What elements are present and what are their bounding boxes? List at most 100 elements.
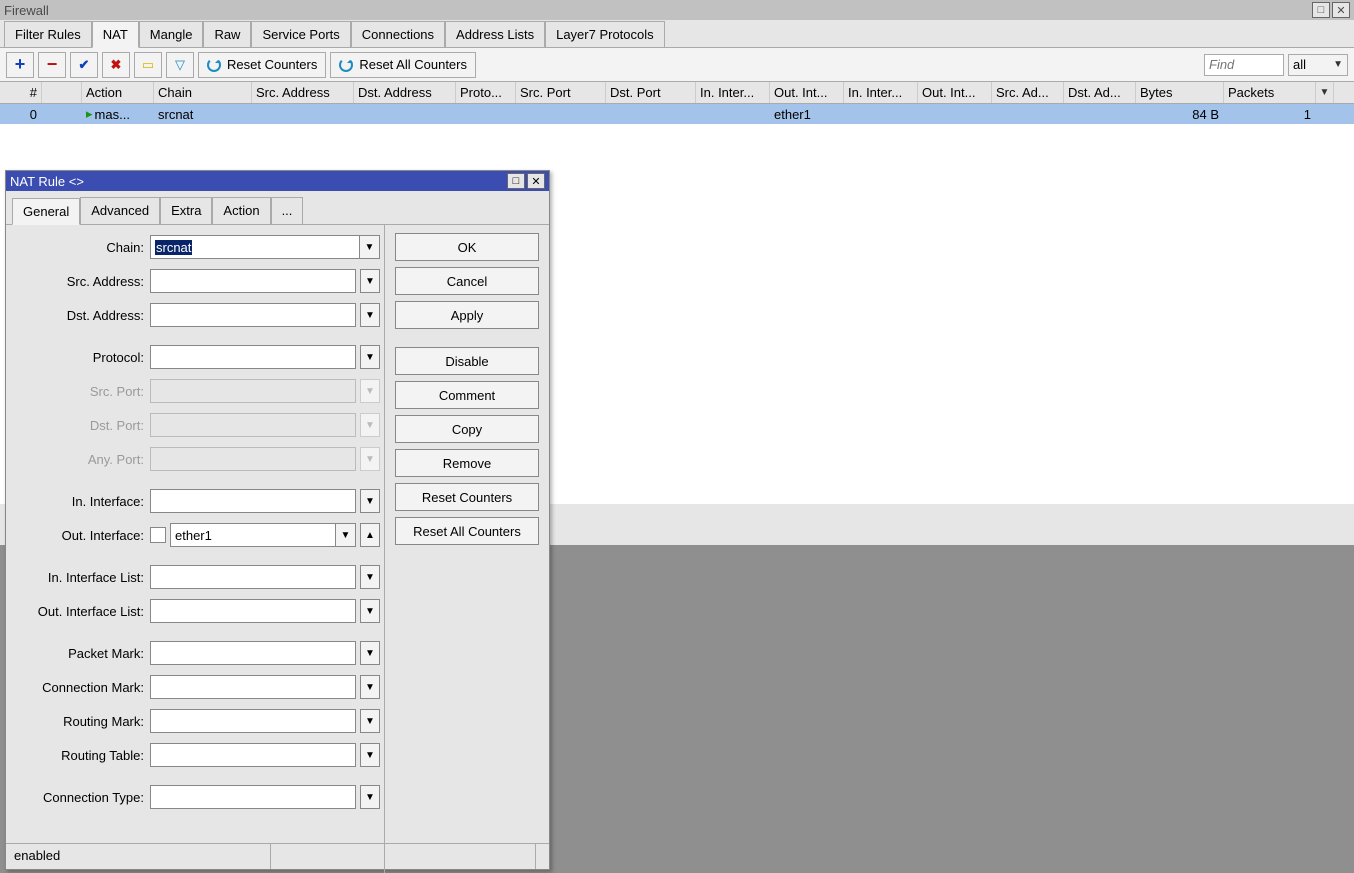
chain-combo[interactable]: srcnat [150, 235, 360, 259]
dst-address-expand[interactable]: ▼ [360, 303, 380, 327]
tab-nat[interactable]: NAT [92, 21, 139, 48]
tab-raw[interactable]: Raw [203, 21, 251, 47]
protocol-expand[interactable]: ▼ [360, 345, 380, 369]
src-address-field[interactable] [150, 269, 356, 293]
tab-address-lists[interactable]: Address Lists [445, 21, 545, 47]
in-interface-list-field[interactable] [150, 565, 356, 589]
tab-mangle[interactable]: Mangle [139, 21, 204, 47]
dialog-tab-extra[interactable]: Extra [160, 197, 212, 224]
dialog-tab-advanced[interactable]: Advanced [80, 197, 160, 224]
tab-layer7[interactable]: Layer7 Protocols [545, 21, 665, 47]
disable-button[interactable]: Disable [395, 347, 539, 375]
col-chain[interactable]: Chain [154, 82, 252, 103]
apply-button[interactable]: Apply [395, 301, 539, 329]
src-address-expand[interactable]: ▼ [360, 269, 380, 293]
dialog-body: Chain: srcnat ▼ Src. Address: ▼ Dst. Add… [6, 225, 549, 873]
in-interface-list-expand[interactable]: ▼ [360, 565, 380, 589]
out-interface-dropdown[interactable]: ▼ [336, 523, 356, 547]
reset-counters-button[interactable]: Reset Counters [198, 52, 326, 78]
form-area: Chain: srcnat ▼ Src. Address: ▼ Dst. Add… [6, 225, 385, 873]
tab-filter-rules[interactable]: Filter Rules [4, 21, 92, 47]
filter-button[interactable]: ▽ [166, 52, 194, 78]
col-out-int[interactable]: Out. Int... [770, 82, 844, 103]
col-in-inter[interactable]: In. Inter... [696, 82, 770, 103]
dst-address-field[interactable] [150, 303, 356, 327]
reset-all-counters-dialog-button[interactable]: Reset All Counters [395, 517, 539, 545]
label-src-port: Src. Port: [10, 384, 150, 399]
cell-proto [456, 104, 516, 124]
add-button[interactable]: + [6, 52, 34, 78]
col-menu[interactable]: ▼ [1316, 82, 1334, 103]
filter-select[interactable]: all▼ [1288, 54, 1348, 76]
reset-counters-dialog-button[interactable]: Reset Counters [395, 483, 539, 511]
label-in-interface-list: In. Interface List: [10, 570, 150, 585]
row-connection-mark: Connection Mark: ▼ [10, 675, 380, 699]
comment-dialog-button[interactable]: Comment [395, 381, 539, 409]
window-title: Firewall [4, 3, 1310, 18]
col-dst-port[interactable]: Dst. Port [606, 82, 696, 103]
dialog-tab-general[interactable]: General [12, 198, 80, 225]
table-row[interactable]: 0 ▸mas... srcnat ether1 84 B 1 [0, 104, 1354, 124]
connection-type-field[interactable] [150, 785, 356, 809]
reset-all-counters-button[interactable]: Reset All Counters [330, 52, 476, 78]
col-flag[interactable] [42, 82, 82, 103]
status-empty [271, 844, 536, 869]
tab-connections[interactable]: Connections [351, 21, 445, 47]
col-src-address[interactable]: Src. Address [252, 82, 354, 103]
col-packets[interactable]: Packets [1224, 82, 1316, 103]
tab-service-ports[interactable]: Service Ports [251, 21, 350, 47]
status-enabled: enabled [6, 844, 271, 869]
col-in-inter2[interactable]: In. Inter... [844, 82, 918, 103]
connection-mark-expand[interactable]: ▼ [360, 675, 380, 699]
in-interface-expand[interactable]: ▼ [360, 489, 380, 513]
col-src-ad[interactable]: Src. Ad... [992, 82, 1064, 103]
protocol-field[interactable] [150, 345, 356, 369]
in-interface-field[interactable] [150, 489, 356, 513]
out-interface-collapse[interactable]: ▲ [360, 523, 380, 547]
enable-button[interactable]: ✔ [70, 52, 98, 78]
out-interface-list-field[interactable] [150, 599, 356, 623]
find-input[interactable] [1204, 54, 1284, 76]
packet-mark-expand[interactable]: ▼ [360, 641, 380, 665]
row-connection-type: Connection Type: ▼ [10, 785, 380, 809]
routing-table-expand[interactable]: ▼ [360, 743, 380, 767]
label-src-address: Src. Address: [10, 274, 150, 289]
routing-table-field[interactable] [150, 743, 356, 767]
routing-mark-field[interactable] [150, 709, 356, 733]
col-dst-address[interactable]: Dst. Address [354, 82, 456, 103]
out-interface-invert-checkbox[interactable] [150, 527, 166, 543]
dialog-tab-action[interactable]: Action [212, 197, 270, 224]
dialog-maximize-button[interactable]: □ [507, 173, 525, 189]
dropdown-icon: ▼ [1333, 59, 1343, 70]
col-num[interactable]: # [0, 82, 42, 103]
cell-outifl [918, 104, 992, 124]
ok-button[interactable]: OK [395, 233, 539, 261]
copy-button[interactable]: Copy [395, 415, 539, 443]
chain-dropdown[interactable]: ▼ [360, 235, 380, 259]
routing-mark-expand[interactable]: ▼ [360, 709, 380, 733]
cell-dst [354, 104, 456, 124]
col-out-int2[interactable]: Out. Int... [918, 82, 992, 103]
packet-mark-field[interactable] [150, 641, 356, 665]
dst-port-field [150, 413, 356, 437]
col-action[interactable]: Action [82, 82, 154, 103]
row-out-interface: Out. Interface: ether1 ▼ ▲ [10, 523, 380, 547]
col-src-port[interactable]: Src. Port [516, 82, 606, 103]
remove-button[interactable]: − [38, 52, 66, 78]
dialog-close-button[interactable]: ✕ [527, 173, 545, 189]
out-interface-list-expand[interactable]: ▼ [360, 599, 380, 623]
comment-button[interactable]: ▭ [134, 52, 162, 78]
cancel-button[interactable]: Cancel [395, 267, 539, 295]
remove-dialog-button[interactable]: Remove [395, 449, 539, 477]
dialog-tab-more[interactable]: ... [271, 197, 304, 224]
close-button[interactable]: ✕ [1332, 2, 1350, 18]
maximize-button[interactable]: □ [1312, 2, 1330, 18]
connection-type-expand[interactable]: ▼ [360, 785, 380, 809]
disable-button[interactable]: ✖ [102, 52, 130, 78]
row-src-address: Src. Address: ▼ [10, 269, 380, 293]
out-interface-field[interactable]: ether1 [170, 523, 336, 547]
col-dst-ad[interactable]: Dst. Ad... [1064, 82, 1136, 103]
col-proto[interactable]: Proto... [456, 82, 516, 103]
connection-mark-field[interactable] [150, 675, 356, 699]
col-bytes[interactable]: Bytes [1136, 82, 1224, 103]
